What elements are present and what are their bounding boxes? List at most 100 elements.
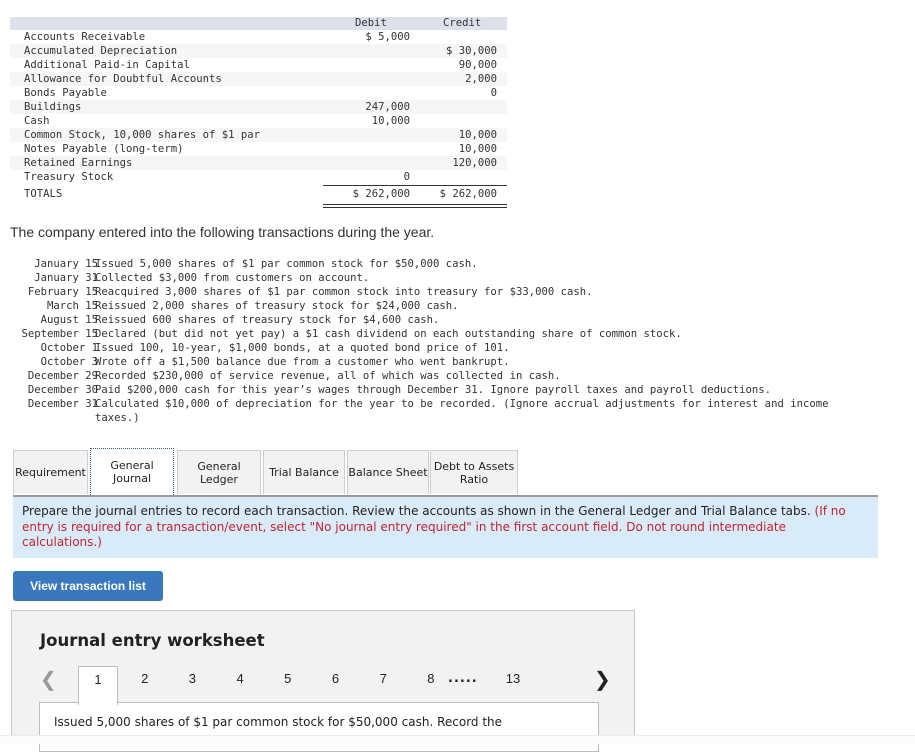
transaction-date: October 1	[40, 342, 98, 354]
credit-value: 0	[490, 87, 497, 99]
tab-general-ledger[interactable]: General Ledger	[177, 450, 261, 494]
debit-value: 10,000	[371, 115, 410, 127]
totals-debit: $ 262,000	[352, 188, 410, 200]
trial-balance-row: Treasury Stock 0	[10, 170, 507, 184]
credit-value: 90,000	[458, 59, 497, 71]
transaction-date: January 31	[34, 272, 98, 284]
page-tab-1[interactable]: 1	[78, 666, 118, 705]
tab-requirement[interactable]: Requirement	[13, 450, 88, 494]
totals-credit: $ 262,000	[439, 188, 497, 200]
transaction-item: January 31 Collected $3,000 from customer…	[10, 271, 910, 285]
tab-balance-sheet[interactable]: Balance Sheet	[347, 450, 429, 494]
account-name: Buildings	[24, 101, 82, 113]
view-transaction-list-button[interactable]: View transaction list	[13, 571, 163, 601]
account-name: Additional Paid-in Capital	[24, 59, 190, 71]
account-name: Retained Earnings	[24, 157, 133, 169]
credit-value: 10,000	[458, 129, 497, 141]
tab-label: General Ledger	[197, 459, 241, 486]
tab-trial-balance[interactable]: Trial Balance	[263, 450, 345, 494]
debit-value: 247,000	[365, 101, 410, 113]
transaction-list: January 15 Issued 5,000 shares of $1 par …	[10, 257, 910, 425]
journal-entry-worksheet: Journal entry worksheet ❮ 12345678 .....…	[11, 610, 635, 752]
transaction-date: December 30	[27, 384, 98, 396]
trial-balance-row: Cash 10,000	[10, 114, 507, 128]
transaction-date: September 15	[21, 328, 98, 340]
credit-value: 2,000	[465, 73, 497, 85]
account-name: Notes Payable (long-term)	[24, 143, 184, 155]
transaction-item: August 15 Reissued 600 shares of treasury…	[10, 313, 910, 327]
transaction-item: September 15 Declared (but did not yet pa…	[10, 327, 910, 341]
transaction-description: Declared (but did not yet pay) a $1 cash…	[95, 328, 682, 340]
totals-label: TOTALS	[24, 188, 63, 200]
transaction-date: October 3	[40, 356, 98, 368]
instructions-text: Prepare the journal entries to record ea…	[22, 504, 815, 518]
totals-double-rule	[323, 204, 507, 208]
tab-general-journal[interactable]: General Journal	[90, 448, 174, 495]
trial-balance-table: Debit Credit Accounts Receivable $ 5,000 A…	[10, 17, 507, 208]
transaction-date: December 29	[27, 370, 98, 382]
transaction-item: October 3 Wrote off a $1,500 balance due …	[10, 355, 910, 369]
credit-value: 120,000	[452, 157, 497, 169]
tab-strip: Requirement General Journal General Ledger…	[13, 448, 878, 497]
transaction-date: December 31	[27, 398, 98, 410]
transaction-date: January 15	[34, 258, 98, 270]
transaction-description: Calculated $10,000 of depreciation for t…	[95, 398, 829, 410]
chevron-right-icon[interactable]: ❯	[594, 666, 611, 692]
intro-text: The company entered into the following t…	[10, 224, 435, 240]
page-tab-13[interactable]: 13	[494, 666, 532, 702]
trial-balance-row: Common Stock, 10,000 shares of $1 par 10,…	[10, 128, 507, 142]
account-name: Bonds Payable	[24, 87, 107, 99]
page-tab-7[interactable]: 7	[364, 666, 402, 702]
transaction-description: Reissued 600 shares of treasury stock fo…	[95, 314, 440, 326]
tab-label: Requirement	[15, 466, 86, 479]
trial-balance-row: Bonds Payable 0	[10, 86, 507, 100]
page-tab-5[interactable]: 5	[269, 666, 307, 702]
transaction-description: Recorded $230,000 of service revenue, al…	[95, 370, 561, 382]
instructions-box: Prepare the journal entries to record ea…	[13, 497, 878, 558]
debit-value: 0	[403, 171, 410, 183]
transaction-date: August 15	[40, 314, 98, 326]
transaction-description: taxes.)	[95, 412, 140, 424]
debit-value: $ 5,000	[365, 31, 410, 43]
transaction-item: February 15 Reacquired 3,000 shares of $1…	[10, 285, 910, 299]
tab-label: Trial Balance	[269, 466, 339, 479]
page-tab-6[interactable]: 6	[317, 666, 355, 702]
account-name: Allowance for Doubtful Accounts	[24, 73, 222, 85]
credit-header: Credit	[443, 17, 482, 29]
pager-ellipsis: .....	[448, 671, 478, 686]
trial-balance-row: Accumulated Depreciation $ 30,000	[10, 44, 507, 58]
transaction-description: Reissued 2,000 shares of treasury stock …	[95, 300, 459, 312]
trial-balance-row: Buildings 247,000	[10, 100, 507, 114]
transaction-date: February 15	[27, 286, 98, 298]
transaction-description: Wrote off a $1,500 balance due from a cu…	[95, 356, 510, 368]
transaction-item: March 15 Reissued 2,000 shares of treasur…	[10, 299, 910, 313]
tab-debt-to-assets-ratio[interactable]: Debt to Assets Ratio	[430, 450, 518, 494]
transaction-item: December 31 Calculated $10,000 of depreci…	[10, 397, 910, 411]
tab-label: Balance Sheet	[348, 466, 428, 479]
trial-balance-row: Accounts Receivable $ 5,000	[10, 30, 507, 44]
trial-balance-row: Additional Paid-in Capital 90,000	[10, 58, 507, 72]
credit-value: 10,000	[458, 143, 497, 155]
page-tab-3[interactable]: 3	[173, 666, 211, 702]
tab-label: General Journal	[110, 459, 154, 485]
transaction-item: January 15 Issued 5,000 shares of $1 par …	[10, 257, 910, 271]
trial-balance-row: Notes Payable (long-term) 10,000	[10, 142, 507, 156]
account-name: Common Stock, 10,000 shares of $1 par	[24, 129, 260, 141]
trial-balance-rows: Accounts Receivable $ 5,000 Accumulated De…	[10, 30, 507, 184]
transaction-description: Reacquired 3,000 shares of $1 par common…	[95, 286, 593, 298]
transaction-description: Collected $3,000 from customers on accou…	[95, 272, 370, 284]
page-tab-8[interactable]: 8	[412, 666, 450, 702]
transaction-item: taxes.)	[10, 411, 910, 425]
trial-balance-header: Debit Credit	[10, 17, 507, 30]
page-tab-2[interactable]: 2	[126, 666, 164, 702]
chevron-left-icon[interactable]: ❮	[40, 666, 57, 692]
transaction-item: December 29 Recorded $230,000 of service …	[10, 369, 910, 383]
transaction-item: December 30 Paid $200,000 cash for this y…	[10, 383, 910, 397]
transaction-item: October 1 Issued 100, 10-year, $1,000 bon…	[10, 341, 910, 355]
account-name: Accumulated Depreciation	[24, 45, 178, 57]
page-tab-4[interactable]: 4	[221, 666, 259, 702]
transaction-description: Issued 100, 10-year, $1,000 bonds, at a …	[95, 342, 510, 354]
worksheet-transaction-text: Issued 5,000 shares of $1 par common sto…	[54, 715, 503, 729]
trial-balance-totals: TOTALS $ 262,000 $ 262,000	[10, 185, 507, 208]
credit-value: $ 30,000	[445, 45, 497, 57]
